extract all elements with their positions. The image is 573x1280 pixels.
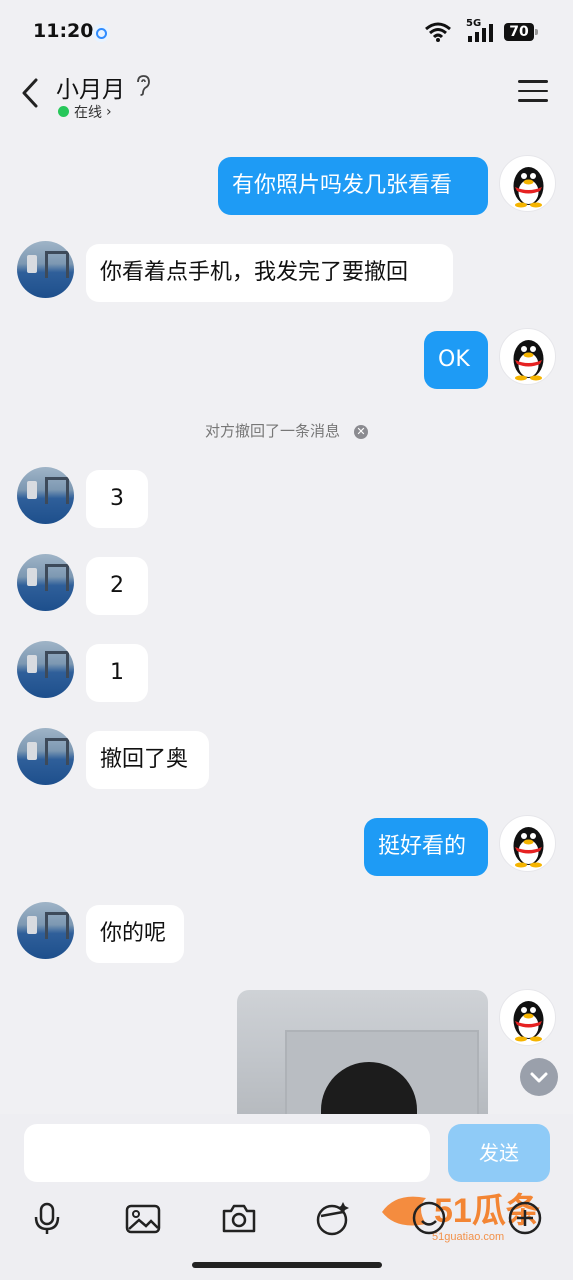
send-button[interactable]: 发送 <box>448 1124 550 1182</box>
my-avatar[interactable] <box>499 815 556 872</box>
recall-notice: 对方撤回了一条消息 ✕ <box>0 420 573 441</box>
home-indicator[interactable] <box>192 1262 382 1268</box>
sticker-icon[interactable] <box>313 1198 353 1238</box>
wifi-icon <box>425 22 451 42</box>
message-input[interactable] <box>24 1124 430 1182</box>
contact-name[interactable]: 小月月 <box>56 70 125 104</box>
my-avatar[interactable] <box>499 989 556 1046</box>
message-bubble-incoming[interactable]: 你看着点手机，我发完了要撤回 <box>86 244 453 302</box>
contact-avatar[interactable] <box>17 467 74 524</box>
penguin-avatar-icon <box>513 827 544 868</box>
message-bubble-incoming[interactable]: 1 <box>86 644 148 702</box>
signal-icon <box>468 24 493 42</box>
composer: 发送 51瓜条 51guatiao.com <box>0 1114 573 1280</box>
contact-avatar[interactable] <box>17 641 74 698</box>
penguin-avatar-icon <box>513 167 544 208</box>
plus-icon[interactable] <box>505 1198 545 1238</box>
back-arrow-icon[interactable] <box>18 76 48 110</box>
contact-avatar[interactable] <box>17 554 74 611</box>
online-status-text[interactable]: 在线 <box>74 102 102 122</box>
contact-avatar[interactable] <box>17 728 74 785</box>
camera-icon[interactable] <box>219 1198 259 1238</box>
ear-icon[interactable] <box>134 74 152 96</box>
emoji-icon[interactable] <box>409 1198 449 1238</box>
chat-header: 小月月 在线 › <box>0 64 573 134</box>
scroll-to-bottom-button[interactable] <box>520 1058 558 1096</box>
penguin-avatar-icon <box>513 340 544 381</box>
search-notification-icon <box>92 24 110 42</box>
status-time: 11:20 <box>33 20 94 42</box>
message-bubble-incoming[interactable]: 你的呢 <box>86 905 184 963</box>
contact-avatar[interactable] <box>17 902 74 959</box>
menu-icon[interactable] <box>518 80 548 106</box>
status-bar: 11:20 5G 70 <box>0 0 573 64</box>
recall-notice-text: 对方撤回了一条消息 <box>204 422 340 440</box>
close-icon[interactable]: ✕ <box>354 425 368 439</box>
image-icon[interactable] <box>123 1198 163 1238</box>
my-avatar[interactable] <box>499 155 556 212</box>
message-bubble-incoming[interactable]: 2 <box>86 557 148 615</box>
message-bubble-outgoing[interactable]: 有你照片吗发几张看看 <box>218 157 488 215</box>
chevron-down-icon <box>530 1072 548 1083</box>
battery-indicator: 70 <box>504 23 538 41</box>
my-avatar[interactable] <box>499 328 556 385</box>
penguin-avatar-icon <box>513 1001 544 1042</box>
mic-icon[interactable] <box>27 1198 67 1238</box>
contact-avatar[interactable] <box>17 241 74 298</box>
message-bubble-incoming[interactable]: 撤回了奥 <box>86 731 209 789</box>
chevron-right-icon[interactable]: › <box>106 104 112 120</box>
message-bubble-outgoing[interactable]: 挺好看的 <box>364 818 488 876</box>
message-bubble-incoming[interactable]: 3 <box>86 470 148 528</box>
image-message[interactable] <box>237 990 488 1120</box>
message-bubble-outgoing[interactable]: OK <box>424 331 488 389</box>
online-status-dot <box>58 106 69 117</box>
